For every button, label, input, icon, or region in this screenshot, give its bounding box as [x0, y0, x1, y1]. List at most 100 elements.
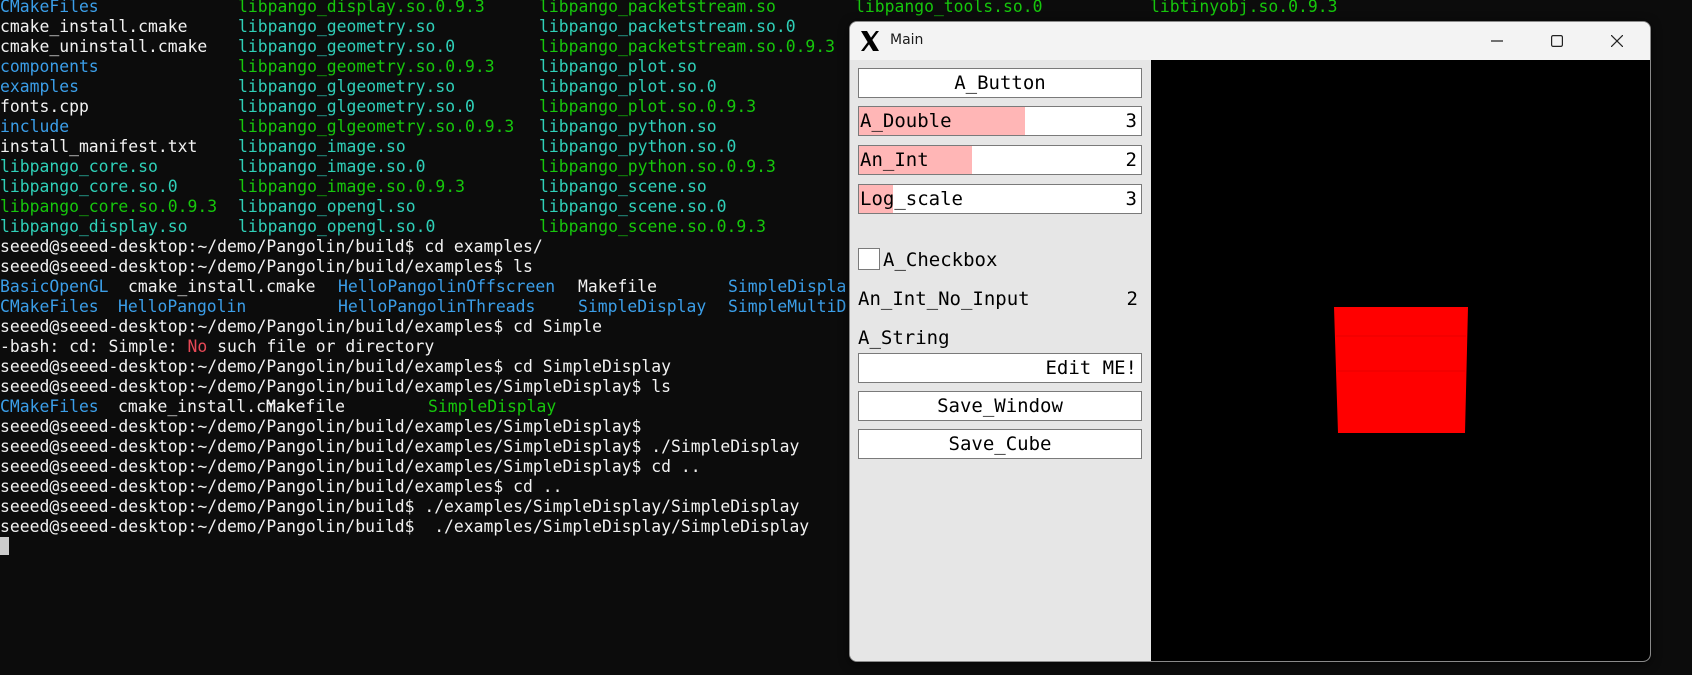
- an-int-label: An_Int: [860, 149, 929, 171]
- terminal-line: seeed@seeed-desktop:~/demo/Pangolin/buil…: [0, 257, 533, 277]
- terminal-line: -bash: cd: Simple: No such file or direc…: [0, 337, 434, 357]
- terminal-text: seeed@seeed-desktop:~/demo/Pangolin/buil…: [0, 517, 810, 536]
- terminal-text: seeed@seeed-desktop:~/demo/Pangolin/buil…: [0, 417, 642, 436]
- terminal-text: libpango_python.so: [539, 117, 717, 136]
- terminal-text: libpango_plot.so.0: [539, 77, 717, 96]
- terminal-text: BasicOpenGL: [0, 277, 109, 296]
- terminal-text: libpango_display.so: [0, 217, 188, 236]
- terminal-line: seeed@seeed-desktop:~/demo/Pangolin/buil…: [0, 377, 671, 397]
- terminal-text: SimpleMultiD: [728, 297, 847, 316]
- terminal-line: seeed@seeed-desktop:~/demo/Pangolin/buil…: [0, 437, 799, 457]
- terminal-text: libpango_plot.so.0.9.3: [539, 97, 757, 116]
- terminal-text: libpango_scene.so.0: [539, 197, 727, 216]
- terminal-text: -bash: cd: Simple:: [0, 337, 188, 356]
- terminal-text: CMakeFiles: [0, 0, 99, 16]
- terminal-text: libpango_python.so.0: [539, 137, 737, 156]
- terminal-text: HelloPangolin: [118, 297, 247, 316]
- terminal-text: seeed@seeed-desktop:~/demo/Pangolin/buil…: [0, 437, 800, 456]
- an-int-no-input-label: An_Int_No_Input: [858, 288, 1030, 310]
- terminal-text: fonts.cpp: [0, 97, 89, 116]
- terminal-line: seeed@seeed-desktop:~/demo/Pangolin/buil…: [0, 317, 602, 337]
- terminal-text: libpango_opengl.so: [238, 197, 416, 216]
- terminal-text: libpango_opengl.so.0: [238, 217, 436, 236]
- a-double-label: A_Double: [860, 110, 952, 132]
- terminal-text: seeed@seeed-desktop:~/demo/Pangolin/buil…: [0, 357, 672, 376]
- terminal-text: cmake_install.cmake: [128, 277, 316, 296]
- close-icon: [1611, 35, 1623, 47]
- terminal-line: seeed@seeed-desktop:~/demo/Pangolin/buil…: [0, 417, 641, 437]
- maximize-icon: [1551, 35, 1563, 47]
- red-cube: [1334, 307, 1468, 433]
- terminal-text: HelloPangolinOffscreen: [338, 277, 556, 296]
- terminal-text: seeed@seeed-desktop:~/demo/Pangolin/buil…: [0, 237, 543, 256]
- control-panel: A_Button A_Double 3 An_Int 2 Log_scale 3…: [850, 60, 1151, 661]
- terminal-line: seeed@seeed-desktop:~/demo/Pangolin/buil…: [0, 457, 701, 477]
- terminal-cursor: [0, 537, 9, 555]
- terminal-text: cmake_install.cmake: [0, 17, 188, 36]
- terminal-text: libpango_geometry.so.0.9.3: [238, 57, 495, 76]
- a-checkbox[interactable]: [858, 248, 880, 270]
- terminal-line: seeed@seeed-desktop:~/demo/Pangolin/buil…: [0, 237, 543, 257]
- terminal-text: SimpleDisplay: [428, 397, 557, 416]
- an-int-value: 2: [1125, 149, 1137, 171]
- terminal-text: seeed@seeed-desktop:~/demo/Pangolin/buil…: [0, 477, 563, 496]
- terminal-text: Makefile: [266, 397, 345, 416]
- terminal-line: seeed@seeed-desktop:~/demo/Pangolin/buil…: [0, 497, 799, 517]
- terminal-text: seeed@seeed-desktop:~/demo/Pangolin/buil…: [0, 257, 533, 276]
- cube-face: [1334, 307, 1468, 433]
- close-button[interactable]: [1587, 22, 1647, 60]
- terminal-text: libpango_core.so: [0, 157, 158, 176]
- terminal-text: libpango_packetstream.so.0.9.3: [539, 37, 836, 56]
- terminal-line: seeed@seeed-desktop:~/demo/Pangolin/buil…: [0, 357, 671, 377]
- terminal-text: Makefile: [578, 277, 657, 296]
- an-int-no-input-value: 2: [1126, 288, 1138, 310]
- save-cube-button[interactable]: Save_Cube: [858, 429, 1142, 459]
- terminal-text: seeed@seeed-desktop:~/demo/Pangolin/buil…: [0, 377, 672, 396]
- terminal-text: libpango_image.so.0.9.3: [238, 177, 465, 196]
- terminal-text: include: [0, 117, 70, 136]
- title-bar[interactable]: Main: [850, 22, 1650, 60]
- terminal-text: libpango_scene.so.0.9.3: [539, 217, 766, 236]
- terminal-text: SimpleDisplay: [578, 297, 707, 316]
- a-double-value: 3: [1125, 110, 1137, 132]
- maximize-button[interactable]: [1527, 22, 1587, 60]
- terminal-text: libpango_tools.so.0: [855, 0, 1043, 16]
- terminal-text: install_manifest.txt: [0, 137, 198, 156]
- terminal-text: libpango_image.so: [238, 137, 406, 156]
- log-scale-value: 3: [1125, 188, 1137, 210]
- terminal-text: examples: [0, 77, 79, 96]
- a-string-label: A_String: [858, 327, 950, 349]
- a-string-input[interactable]: Edit ME!: [858, 353, 1142, 383]
- terminal-line: seeed@seeed-desktop:~/demo/Pangolin/buil…: [0, 517, 809, 537]
- an-int-slider[interactable]: An_Int 2: [858, 145, 1142, 175]
- terminal-text: libpango_glgeometry.so.0.9.3: [238, 117, 515, 136]
- terminal-text: CMakeFiles: [0, 397, 99, 416]
- terminal-text: such file or directory: [207, 337, 435, 356]
- terminal-text: libpango_core.so.0: [0, 177, 178, 196]
- terminal-text: seeed@seeed-desktop:~/demo/Pangolin/buil…: [0, 317, 602, 336]
- terminal-text: components: [0, 57, 99, 76]
- terminal-text: libtinyobj.so.0.9.3: [1150, 0, 1338, 16]
- a-double-slider[interactable]: A_Double 3: [858, 106, 1142, 136]
- terminal-text: libpango_packetstream.so: [539, 0, 776, 16]
- terminal-text: libpango_packetstream.so.0: [539, 17, 796, 36]
- terminal-line: seeed@seeed-desktop:~/demo/Pangolin/buil…: [0, 477, 562, 497]
- terminal-text: libpango_geometry.so.0: [238, 37, 456, 56]
- log-scale-slider[interactable]: Log_scale 3: [858, 184, 1142, 214]
- a-checkbox-label: A_Checkbox: [883, 249, 998, 271]
- terminal-text: seeed@seeed-desktop:~/demo/Pangolin/buil…: [0, 457, 701, 476]
- terminal-text: libpango_core.so.0.9.3: [0, 197, 218, 216]
- minimize-button[interactable]: [1467, 22, 1527, 60]
- terminal-text: libpango_plot.so: [539, 57, 697, 76]
- terminal-text: seeed@seeed-desktop:~/demo/Pangolin/buil…: [0, 497, 800, 516]
- terminal-text: CMakeFiles: [0, 297, 99, 316]
- a-button[interactable]: A_Button: [858, 68, 1142, 98]
- terminal-text: libpango_display.so.0.9.3: [238, 0, 485, 16]
- terminal-text: libpango_glgeometry.so: [238, 77, 456, 96]
- minimize-icon: [1491, 40, 1503, 42]
- gl-viewport[interactable]: [1151, 60, 1650, 661]
- pangolin-main-window: Main A_Button A_Double 3 An_Int 2 Log_sc…: [849, 21, 1651, 662]
- terminal-text: libpango_scene.so: [539, 177, 707, 196]
- save-window-button[interactable]: Save_Window: [858, 391, 1142, 421]
- terminal-text: libpango_image.so.0: [238, 157, 426, 176]
